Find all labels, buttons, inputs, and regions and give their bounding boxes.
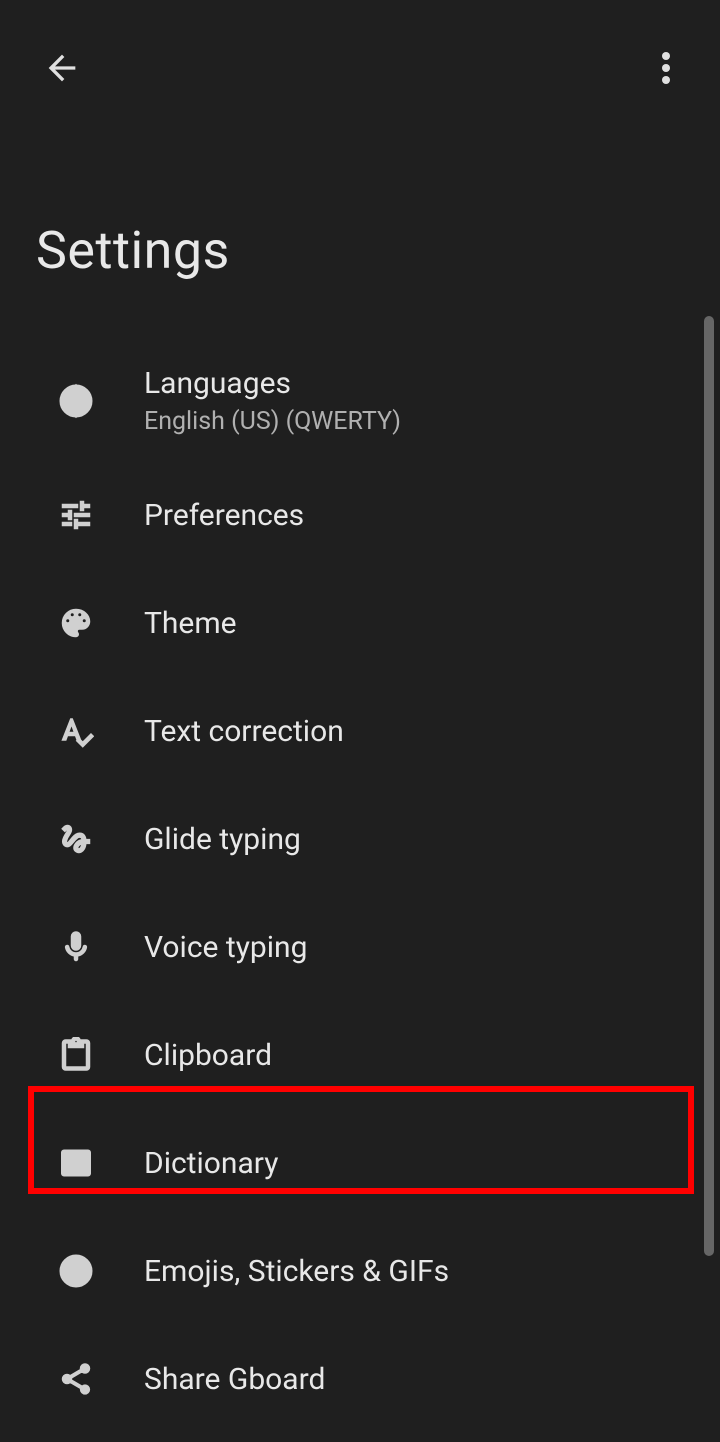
- settings-item-languages[interactable]: Languages English (US) (QWERTY): [0, 341, 720, 461]
- more-vert-icon: [662, 52, 670, 88]
- tune-icon: [56, 495, 96, 535]
- mic-icon: [56, 927, 96, 967]
- share-icon: [56, 1359, 96, 1399]
- spellcheck-icon: [56, 711, 96, 751]
- app-bar: [0, 0, 720, 120]
- page-title: Settings: [0, 120, 720, 331]
- arrow-back-icon: [42, 48, 82, 92]
- settings-item-dictionary[interactable]: Dictionary: [0, 1109, 720, 1217]
- back-button[interactable]: [38, 46, 86, 94]
- gesture-icon: [56, 819, 96, 859]
- item-label: Emojis, Stickers & GIFs: [144, 1254, 449, 1289]
- item-label: Text correction: [144, 714, 344, 749]
- item-label: Glide typing: [144, 822, 301, 857]
- item-label: Dictionary: [144, 1146, 278, 1181]
- settings-item-voice-typing[interactable]: Voice typing: [0, 893, 720, 1001]
- item-label: Voice typing: [144, 930, 307, 965]
- settings-item-glide-typing[interactable]: Glide typing: [0, 785, 720, 893]
- scrollbar[interactable]: [704, 316, 714, 1256]
- item-label: Theme: [144, 606, 237, 641]
- book-icon: [56, 1143, 96, 1183]
- item-label: Clipboard: [144, 1038, 272, 1073]
- settings-item-share[interactable]: Share Gboard: [0, 1325, 720, 1433]
- settings-item-preferences[interactable]: Preferences: [0, 461, 720, 569]
- globe-icon: [56, 381, 96, 421]
- item-label: Preferences: [144, 498, 304, 533]
- item-label: Languages: [144, 366, 401, 401]
- item-subtitle: English (US) (QWERTY): [144, 407, 401, 436]
- settings-item-emojis[interactable]: Emojis, Stickers & GIFs: [0, 1217, 720, 1325]
- item-label: Share Gboard: [144, 1362, 325, 1397]
- more-button[interactable]: [642, 46, 690, 94]
- settings-item-clipboard[interactable]: Clipboard: [0, 1001, 720, 1109]
- emoji-icon: [56, 1251, 96, 1291]
- clipboard-icon: [56, 1035, 96, 1075]
- palette-icon: [56, 603, 96, 643]
- settings-item-text-correction[interactable]: Text correction: [0, 677, 720, 785]
- settings-item-theme[interactable]: Theme: [0, 569, 720, 677]
- settings-list: Languages English (US) (QWERTY) Preferen…: [0, 331, 720, 1433]
